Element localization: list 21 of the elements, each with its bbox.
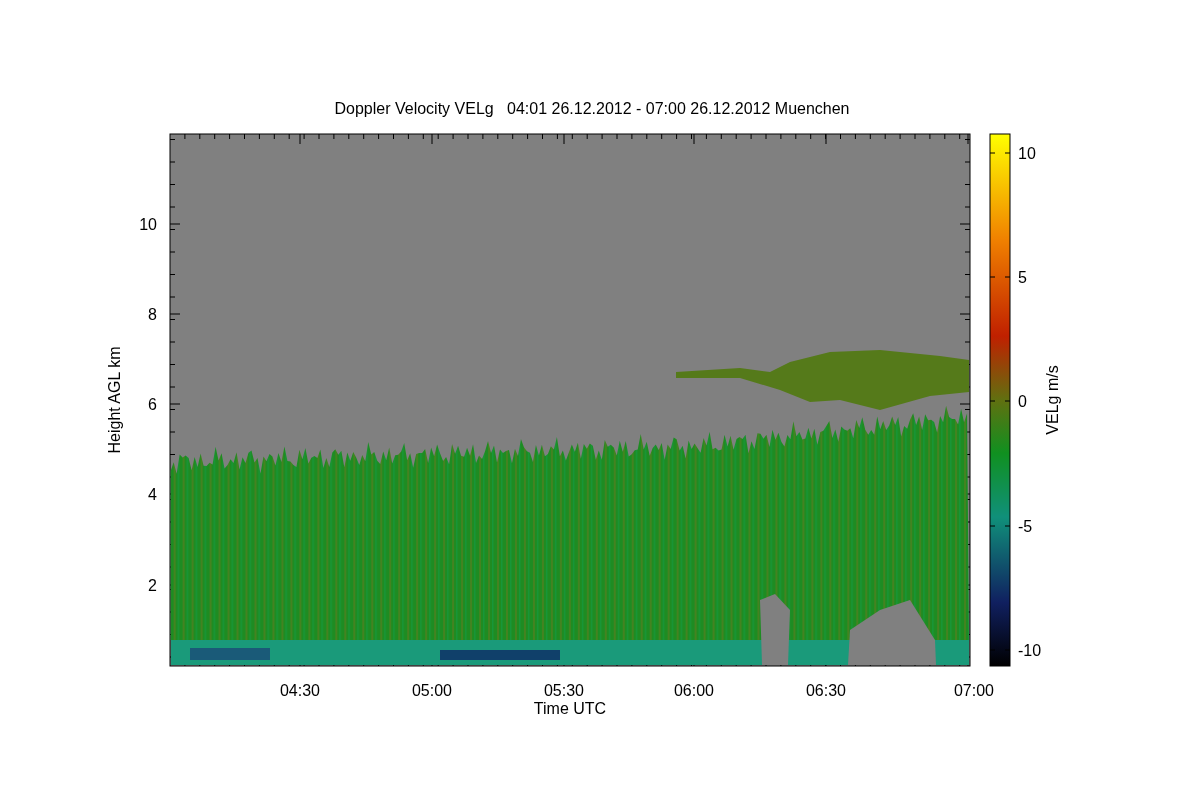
tick-label: 6	[148, 396, 157, 413]
axis-label: Height AGL km	[106, 346, 123, 454]
no-echo-gap	[760, 594, 790, 665]
tick-label: 06:00	[674, 682, 714, 699]
tick-label: 07:00	[954, 682, 994, 699]
tick-label: 5	[1018, 269, 1027, 286]
tick-label: 4	[148, 486, 157, 503]
tick-label: 04:30	[280, 682, 320, 699]
tick-label: -5	[1018, 518, 1033, 535]
tick-label: 06:30	[806, 682, 846, 699]
colorbar-label: VELg m/s	[1044, 365, 1061, 435]
tick-label: 8	[148, 306, 157, 323]
tick-label: 05:00	[412, 682, 452, 699]
tick-label: 10	[139, 216, 157, 233]
axis-label: Time UTC	[533, 700, 607, 717]
tick-label: 2	[148, 577, 157, 594]
tick-label: 0	[1018, 393, 1027, 410]
tick-label: 10	[1018, 145, 1036, 162]
chart-title: Doppler Velocity VELg 04:01 26.12.2012 - 07:00 26.12.2012 Muenchen	[334, 100, 850, 117]
tick-label: 05:30	[544, 682, 584, 699]
tick-label: -10	[1018, 642, 1042, 659]
